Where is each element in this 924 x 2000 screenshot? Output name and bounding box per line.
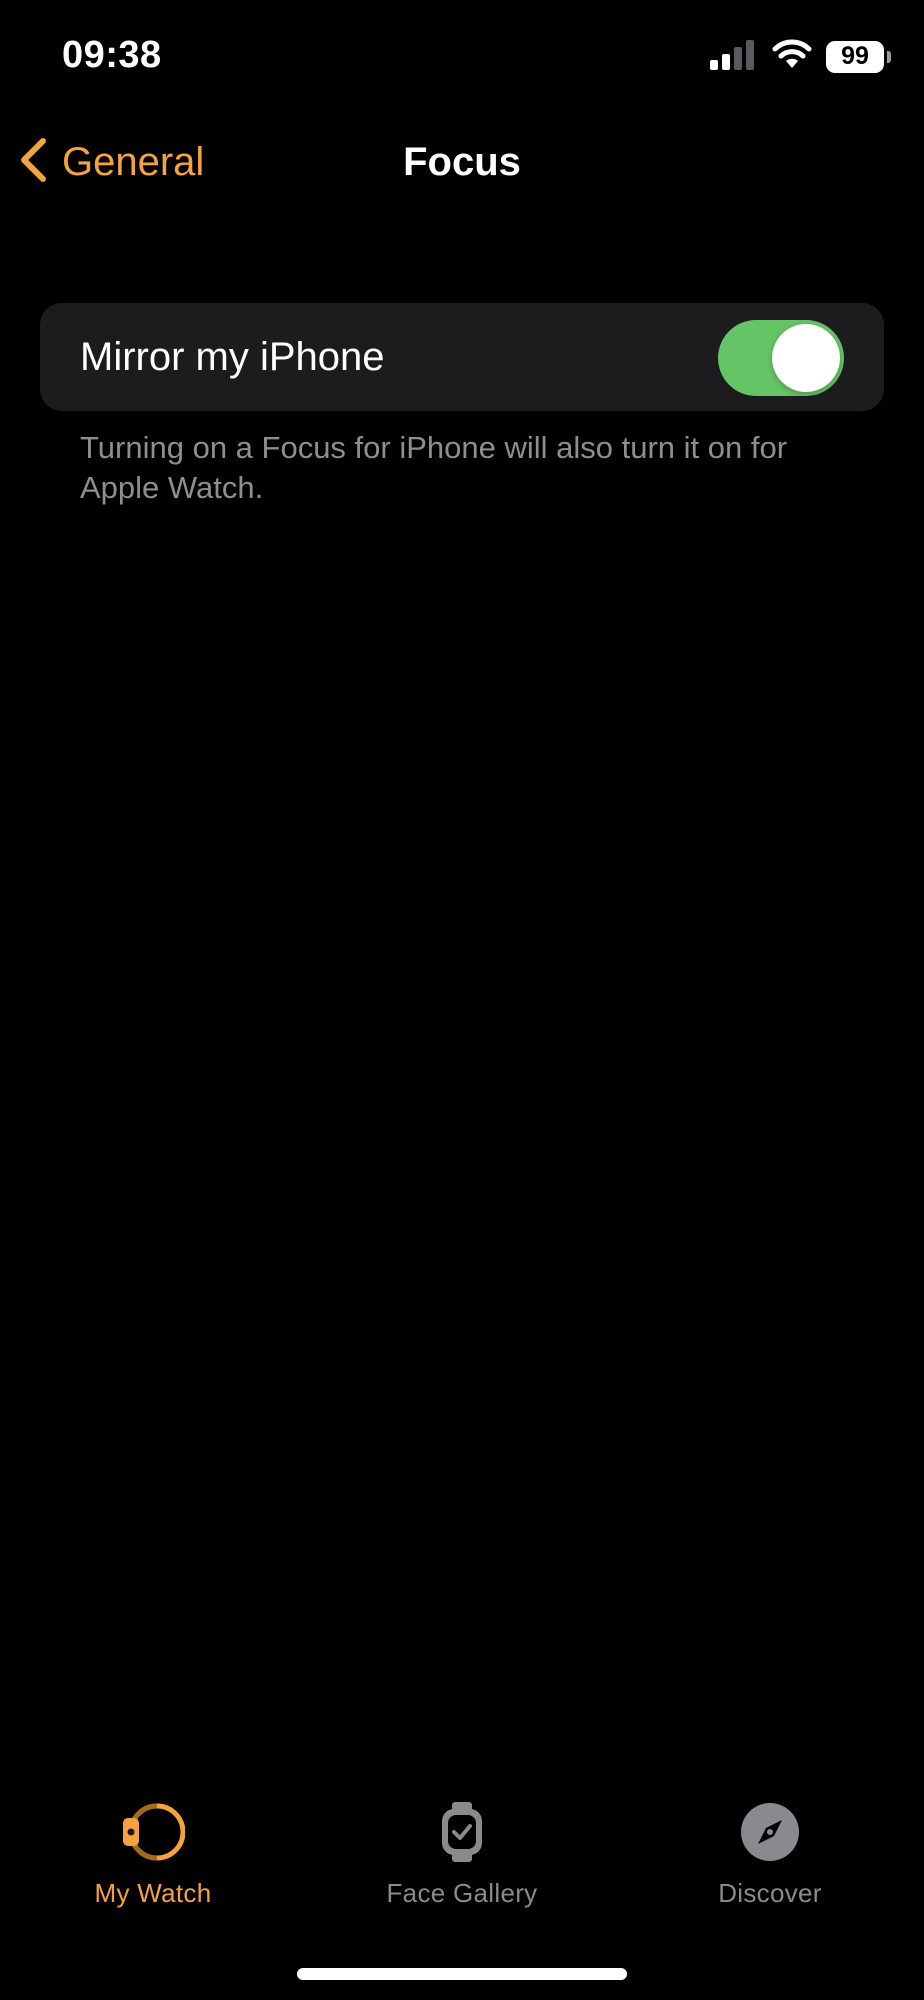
back-label: General bbox=[62, 139, 205, 184]
cellular-signal-icon bbox=[710, 38, 758, 75]
battery-indicator: 99 bbox=[826, 40, 891, 73]
navigation-bar: Focus General bbox=[0, 120, 924, 206]
compass-icon bbox=[738, 1800, 802, 1864]
home-indicator[interactable] bbox=[297, 1968, 627, 1980]
status-bar: 09:38 99 bbox=[0, 0, 924, 110]
toggle-knob bbox=[772, 324, 840, 392]
tab-label-discover: Discover bbox=[718, 1878, 822, 1908]
status-icons: 99 bbox=[710, 38, 891, 75]
mirror-iphone-label: Mirror my iPhone bbox=[80, 335, 385, 379]
watch-icon bbox=[121, 1800, 185, 1864]
tab-face-gallery[interactable]: Face Gallery bbox=[312, 1800, 612, 1920]
mirror-iphone-toggle[interactable] bbox=[718, 320, 844, 396]
chevron-left-icon bbox=[18, 137, 48, 188]
tab-my-watch[interactable]: My Watch bbox=[3, 1800, 303, 1920]
mirror-iphone-row: Mirror my iPhone bbox=[40, 303, 884, 411]
mirror-iphone-footnote: Turning on a Focus for iPhone will also … bbox=[80, 430, 788, 505]
wifi-icon bbox=[772, 38, 812, 75]
status-time: 09:38 bbox=[62, 34, 162, 76]
face-gallery-icon bbox=[430, 1800, 494, 1864]
tab-discover[interactable]: Discover bbox=[620, 1800, 920, 1920]
tab-label-face-gallery: Face Gallery bbox=[386, 1878, 538, 1908]
back-button[interactable]: General bbox=[18, 134, 204, 190]
tab-bar: My Watch Face Gallery Discover bbox=[0, 1800, 924, 1940]
tab-label-my-watch: My Watch bbox=[94, 1878, 212, 1908]
